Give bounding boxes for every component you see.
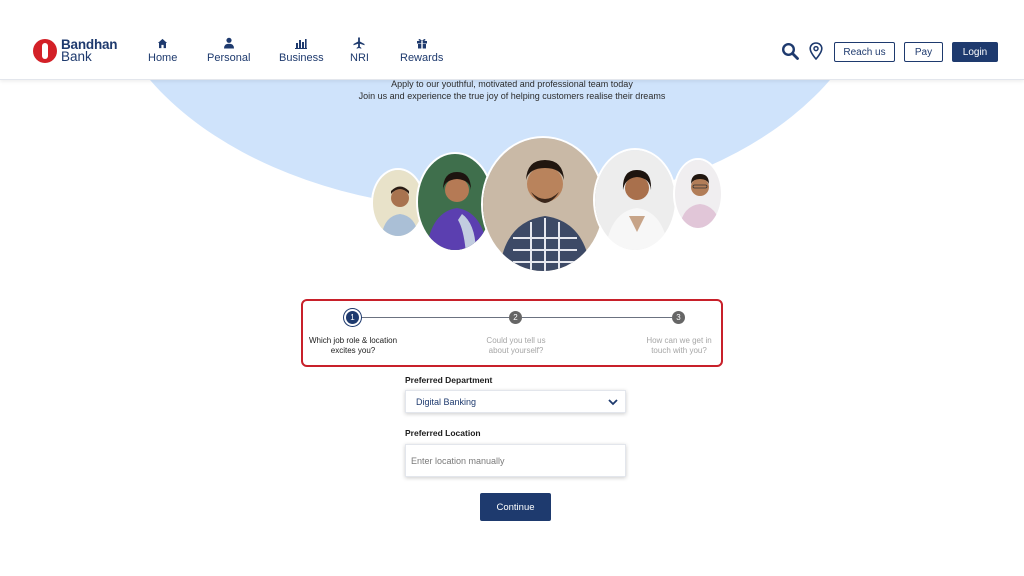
gift-icon: [416, 36, 428, 50]
step-3-label: How can we get in touch with you?: [646, 336, 712, 355]
application-stepper: [301, 299, 723, 367]
nav-home-label: Home: [148, 52, 178, 64]
department-label: Preferred Department: [405, 375, 493, 385]
chevron-down-icon: [607, 396, 619, 410]
team-photo-5: [673, 158, 723, 230]
nav-rewards[interactable]: Rewards: [400, 36, 443, 64]
nav-personal[interactable]: Personal: [207, 36, 250, 64]
continue-button[interactable]: Continue: [480, 493, 551, 521]
nav-business[interactable]: Business: [279, 36, 324, 64]
step-3-indicator[interactable]: 3: [672, 311, 685, 324]
nav-nri-label: NRI: [350, 52, 369, 64]
nav-nri[interactable]: NRI: [350, 36, 369, 64]
hero-tagline-1: Apply to our youthful, motivated and pro…: [391, 79, 633, 89]
logo-text-line2: Bank: [61, 49, 92, 64]
nav-home[interactable]: Home: [148, 36, 177, 64]
logo-mark-icon: [33, 39, 57, 63]
stepper-connector-2: [522, 317, 672, 318]
team-photo-4: [593, 148, 677, 252]
person-icon: [223, 36, 235, 50]
airplane-icon: [353, 36, 365, 50]
nav-personal-label: Personal: [207, 52, 251, 64]
nav-rewards-label: Rewards: [400, 52, 444, 64]
nav-business-label: Business: [279, 52, 324, 64]
step-1-indicator[interactable]: 1: [346, 311, 359, 324]
bar-chart-icon: [295, 36, 308, 50]
login-button[interactable]: Login: [952, 42, 998, 62]
bandhan-bank-logo[interactable]: Bandhan Bank: [33, 38, 118, 64]
step-1-label: Which job role & location excites you?: [308, 336, 398, 355]
home-icon: [157, 36, 168, 50]
location-pin-icon[interactable]: [809, 42, 823, 65]
department-select-value: Digital Banking: [416, 396, 477, 407]
team-photo-3: [481, 136, 605, 273]
reach-us-button[interactable]: Reach us: [834, 42, 895, 62]
department-select[interactable]: Digital Banking: [405, 390, 626, 413]
location-input[interactable]: Enter location manually: [405, 444, 626, 477]
site-header: Bandhan Bank Home Personal Business NRI …: [0, 0, 1024, 80]
pay-button[interactable]: Pay: [904, 42, 943, 62]
search-icon[interactable]: [781, 42, 799, 65]
stepper-connector-1: [359, 317, 509, 318]
location-label: Preferred Location: [405, 428, 481, 438]
step-2-label: Could you tell us about yourself?: [486, 336, 546, 355]
hero-tagline-2: Join us and experience the true joy of h…: [358, 91, 666, 101]
step-2-indicator[interactable]: 2: [509, 311, 522, 324]
